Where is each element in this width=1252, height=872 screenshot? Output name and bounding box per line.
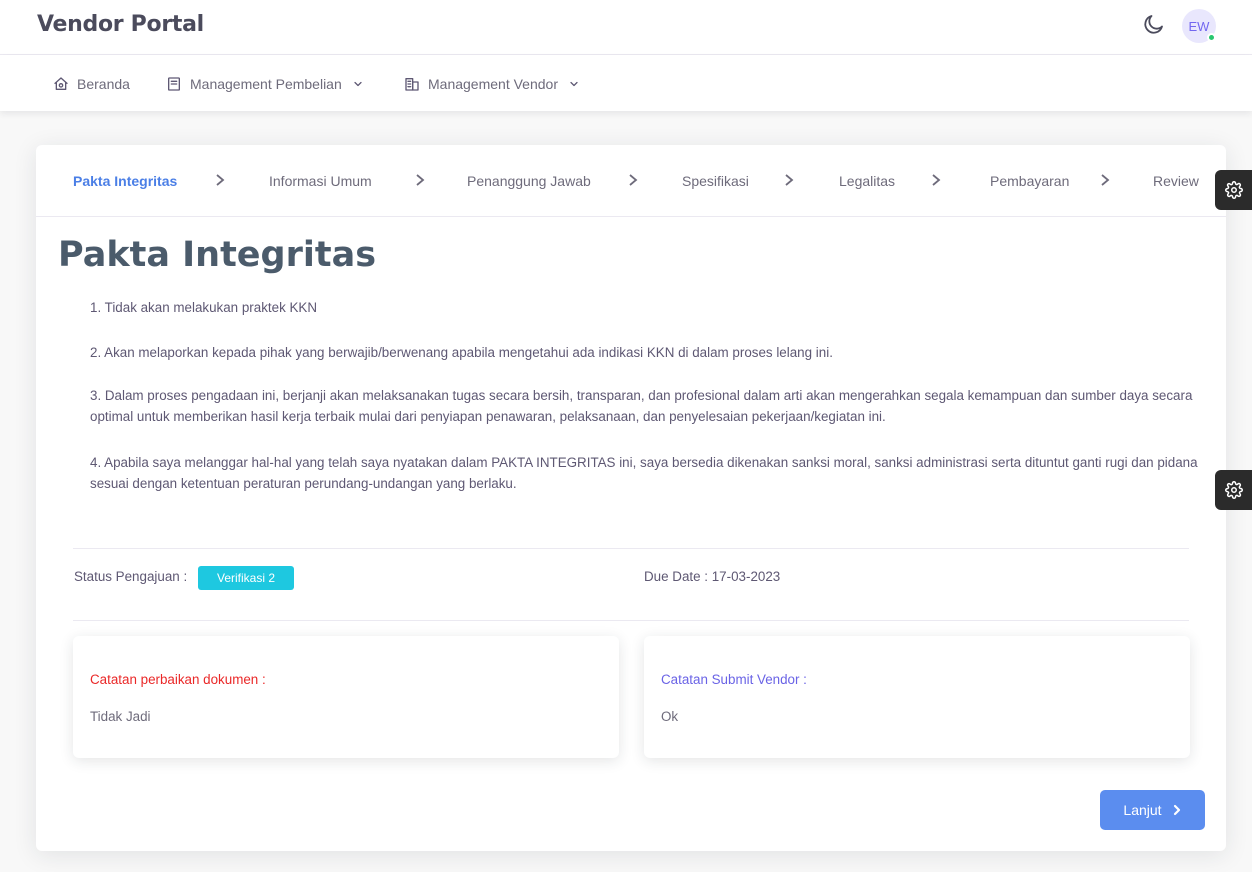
pakta-integritas-card: Pakta Integritas Informasi Umum Penanggu… xyxy=(36,145,1226,851)
online-status-dot xyxy=(1207,33,1216,42)
status-badge: Verifikasi 2 xyxy=(198,566,294,590)
page-title: Pakta Integritas xyxy=(58,235,377,275)
chevron-right-icon xyxy=(785,174,794,186)
vendor-note-value: Ok xyxy=(661,709,679,724)
document-icon xyxy=(168,77,180,91)
next-button-label: Lanjut xyxy=(1123,802,1162,818)
pakta-item-4: 4. Apabila saya melanggar hal-hal yang t… xyxy=(90,455,1198,491)
chevron-right-icon xyxy=(629,174,638,186)
top-bar: Vendor Portal EW xyxy=(0,0,1252,55)
revision-note-card: Catatan perbaikan dokumen : Tidak Jadi xyxy=(73,636,619,758)
revision-note-title: Catatan perbaikan dokumen : xyxy=(90,672,266,687)
chevron-right-icon xyxy=(216,174,225,186)
step-spesifikasi[interactable]: Spesifikasi xyxy=(682,173,749,189)
chevron-down-icon xyxy=(354,81,362,87)
next-button[interactable]: Lanjut xyxy=(1100,790,1205,830)
nav-item-management-vendor[interactable]: Management Vendor xyxy=(404,73,580,95)
due-date: Due Date : 17-03-2023 xyxy=(644,569,781,584)
nav-label-management-vendor: Management Vendor xyxy=(428,76,558,92)
chevron-down-icon xyxy=(570,81,578,87)
avatar[interactable]: EW xyxy=(1182,9,1216,43)
customizer-toggle-secondary[interactable] xyxy=(1215,470,1252,510)
vendor-note-card: Catatan Submit Vendor : Ok xyxy=(644,636,1190,758)
step-pakta-integritas[interactable]: Pakta Integritas xyxy=(73,173,177,189)
pakta-item-2: 2. Akan melaporkan kepada pihak yang ber… xyxy=(90,345,833,360)
revision-note-value: Tidak Jadi xyxy=(90,709,151,724)
chevron-right-icon xyxy=(416,174,425,186)
vendor-note-title: Catatan Submit Vendor : xyxy=(661,672,807,687)
nav-label-beranda: Beranda xyxy=(77,76,130,92)
nav-label-management-pembelian: Management Pembelian xyxy=(190,76,342,92)
nav-item-management-pembelian[interactable]: Management Pembelian xyxy=(166,73,364,95)
gear-icon xyxy=(1224,181,1243,199)
avatar-initials: EW xyxy=(1188,18,1210,34)
wizard-steps: Pakta Integritas Informasi Umum Penanggu… xyxy=(36,145,1226,217)
step-informasi-umum[interactable]: Informasi Umum xyxy=(269,173,372,189)
chevron-right-icon xyxy=(1101,174,1110,186)
divider xyxy=(73,620,1189,621)
chevron-right-icon xyxy=(932,174,941,186)
nav-item-beranda[interactable]: Beranda xyxy=(53,73,130,95)
moon-icon[interactable] xyxy=(1142,12,1166,36)
divider xyxy=(73,548,1189,549)
app-title: Vendor Portal xyxy=(37,12,204,37)
step-penanggung-jawab[interactable]: Penanggung Jawab xyxy=(467,173,591,189)
step-pembayaran[interactable]: Pembayaran xyxy=(990,173,1069,189)
main-navigation: Beranda Management Pembelian Management … xyxy=(0,55,1252,111)
customizer-toggle[interactable] xyxy=(1215,170,1252,210)
pakta-item-3: 3. Dalam proses pengadaan ini, berjanji … xyxy=(90,388,1193,424)
chevron-right-icon xyxy=(1173,804,1180,816)
building-icon xyxy=(405,78,419,91)
home-icon xyxy=(54,77,68,90)
step-review[interactable]: Review xyxy=(1153,173,1199,189)
status-label: Status Pengajuan : xyxy=(74,569,188,584)
gear-icon xyxy=(1224,481,1243,499)
step-legalitas[interactable]: Legalitas xyxy=(839,173,895,189)
pakta-item-1: 1. Tidak akan melakukan praktek KKN xyxy=(90,300,318,315)
